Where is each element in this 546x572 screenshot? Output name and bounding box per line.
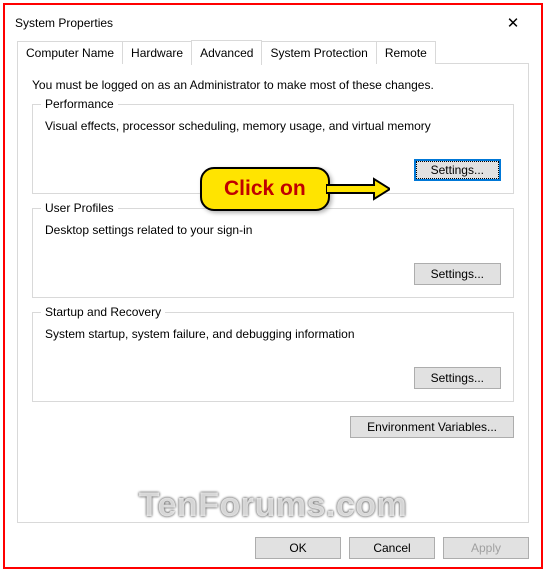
- group-performance-desc: Visual effects, processor scheduling, me…: [45, 119, 501, 133]
- group-startup-recovery: Startup and Recovery System startup, sys…: [32, 312, 514, 402]
- close-icon[interactable]: ✕: [493, 14, 533, 32]
- group-user-profiles-desc: Desktop settings related to your sign-in: [45, 223, 501, 237]
- environment-variables-button[interactable]: Environment Variables...: [350, 416, 514, 438]
- window-title: System Properties: [15, 16, 113, 30]
- group-user-profiles: User Profiles Desktop settings related t…: [32, 208, 514, 298]
- startup-settings-button[interactable]: Settings...: [414, 367, 501, 389]
- intro-text: You must be logged on as an Administrato…: [32, 78, 514, 92]
- performance-settings-button[interactable]: Settings...: [414, 159, 501, 181]
- group-performance-label: Performance: [41, 97, 118, 111]
- apply-button[interactable]: Apply: [443, 537, 529, 559]
- tab-computer-name[interactable]: Computer Name: [17, 41, 123, 64]
- group-startup-desc: System startup, system failure, and debu…: [45, 327, 501, 341]
- system-properties-window: System Properties ✕ Computer Name Hardwa…: [5, 5, 541, 567]
- cancel-button[interactable]: Cancel: [349, 537, 435, 559]
- user-profiles-settings-button[interactable]: Settings...: [414, 263, 501, 285]
- tab-system-protection[interactable]: System Protection: [261, 41, 376, 64]
- group-user-profiles-label: User Profiles: [41, 201, 118, 215]
- tab-remote[interactable]: Remote: [376, 41, 436, 64]
- group-startup-label: Startup and Recovery: [41, 305, 165, 319]
- tab-hardware[interactable]: Hardware: [122, 41, 192, 64]
- group-performance: Performance Visual effects, processor sc…: [32, 104, 514, 194]
- titlebar: System Properties ✕: [5, 5, 541, 41]
- tab-advanced[interactable]: Advanced: [191, 40, 262, 65]
- tab-strip: Computer Name Hardware Advanced System P…: [17, 41, 529, 64]
- ok-button[interactable]: OK: [255, 537, 341, 559]
- dialog-button-row: OK Cancel Apply: [255, 537, 529, 559]
- tab-panel-advanced: You must be logged on as an Administrato…: [17, 63, 529, 523]
